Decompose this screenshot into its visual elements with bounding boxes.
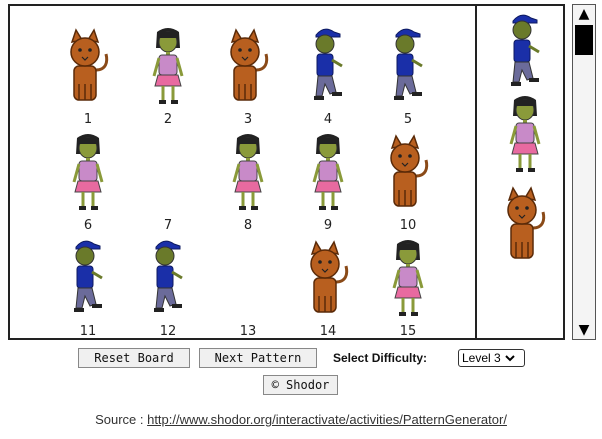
boy-figure — [394, 28, 423, 100]
palette-item[interactable] — [503, 12, 547, 98]
palette-scrollbar[interactable]: ▲ ▼ — [572, 4, 596, 340]
cell-number: 10 — [399, 218, 417, 233]
board-cell[interactable]: 1 — [58, 20, 118, 130]
cat-figure — [507, 186, 546, 259]
cat-figure — [230, 28, 269, 101]
cell-number: 8 — [243, 218, 253, 233]
scroll-up-icon[interactable]: ▲ — [573, 5, 595, 23]
boy-figure — [74, 240, 103, 312]
boy-figure — [154, 240, 183, 312]
cell-number: 3 — [243, 112, 253, 127]
cell-number: 13 — [239, 324, 257, 339]
boy-figure — [314, 28, 343, 100]
board-cell[interactable]: 10 — [378, 126, 438, 236]
cell-number: 14 — [319, 324, 337, 339]
figure-palette — [475, 4, 565, 340]
cell-number: 15 — [399, 324, 417, 339]
board-cell[interactable]: 12 — [138, 232, 198, 342]
girl-figure — [509, 96, 541, 172]
board-cell[interactable]: 9 — [298, 126, 358, 236]
board-cell[interactable]: 13 — [218, 232, 278, 342]
board-cell[interactable]: 4 — [298, 20, 358, 130]
board-cell[interactable]: 7 — [138, 126, 198, 236]
board-cell[interactable]: 5 — [378, 20, 438, 130]
board-cell[interactable]: 14 — [298, 232, 358, 342]
source-prefix: Source : — [95, 412, 148, 427]
shodor-button[interactable]: © Shodor — [263, 375, 338, 395]
cell-number: 11 — [79, 324, 97, 339]
cell-number: 5 — [403, 112, 413, 127]
girl-figure — [72, 134, 104, 210]
scroll-down-icon[interactable]: ▼ — [573, 321, 595, 339]
board-cell[interactable]: 6 — [58, 126, 118, 236]
board-cell[interactable]: 11 — [58, 232, 118, 342]
cell-number: 4 — [323, 112, 333, 127]
cell-number: 7 — [163, 218, 173, 233]
source-line: Source : http://www.shodor.org/interacti… — [0, 412, 602, 427]
pattern-board[interactable]: 1 2 3 4 5 6 7 8 9 10 11 12 13 14 15 — [8, 4, 477, 340]
reset-board-button[interactable]: Reset Board — [78, 348, 190, 368]
board-cell[interactable]: 15 — [378, 232, 438, 342]
girl-figure — [392, 240, 424, 316]
difficulty-select[interactable]: Level 3 — [458, 349, 525, 367]
next-pattern-button[interactable]: Next Pattern — [199, 348, 317, 368]
girl-figure — [232, 134, 264, 210]
cell-number: 6 — [83, 218, 93, 233]
difficulty-value: Level 3 — [462, 351, 501, 365]
cat-figure — [390, 134, 429, 207]
cell-number: 12 — [159, 324, 177, 339]
difficulty-label: Select Difficulty: — [333, 351, 428, 365]
girl-figure — [152, 28, 184, 104]
board-cell[interactable]: 2 — [138, 20, 198, 130]
cat-figure — [70, 28, 109, 101]
palette-item[interactable] — [503, 94, 547, 180]
palette-item[interactable] — [503, 184, 547, 270]
source-link[interactable]: http://www.shodor.org/interactivate/acti… — [147, 412, 507, 427]
board-cell[interactable]: 8 — [218, 126, 278, 236]
cell-number: 9 — [323, 218, 333, 233]
chevron-down-icon — [504, 355, 515, 362]
scroll-thumb[interactable] — [575, 25, 593, 55]
cat-figure — [310, 240, 349, 313]
board-cell[interactable]: 3 — [218, 20, 278, 130]
girl-figure — [312, 134, 344, 210]
cell-number: 1 — [83, 112, 93, 127]
boy-figure — [511, 14, 540, 86]
cell-number: 2 — [163, 112, 173, 127]
